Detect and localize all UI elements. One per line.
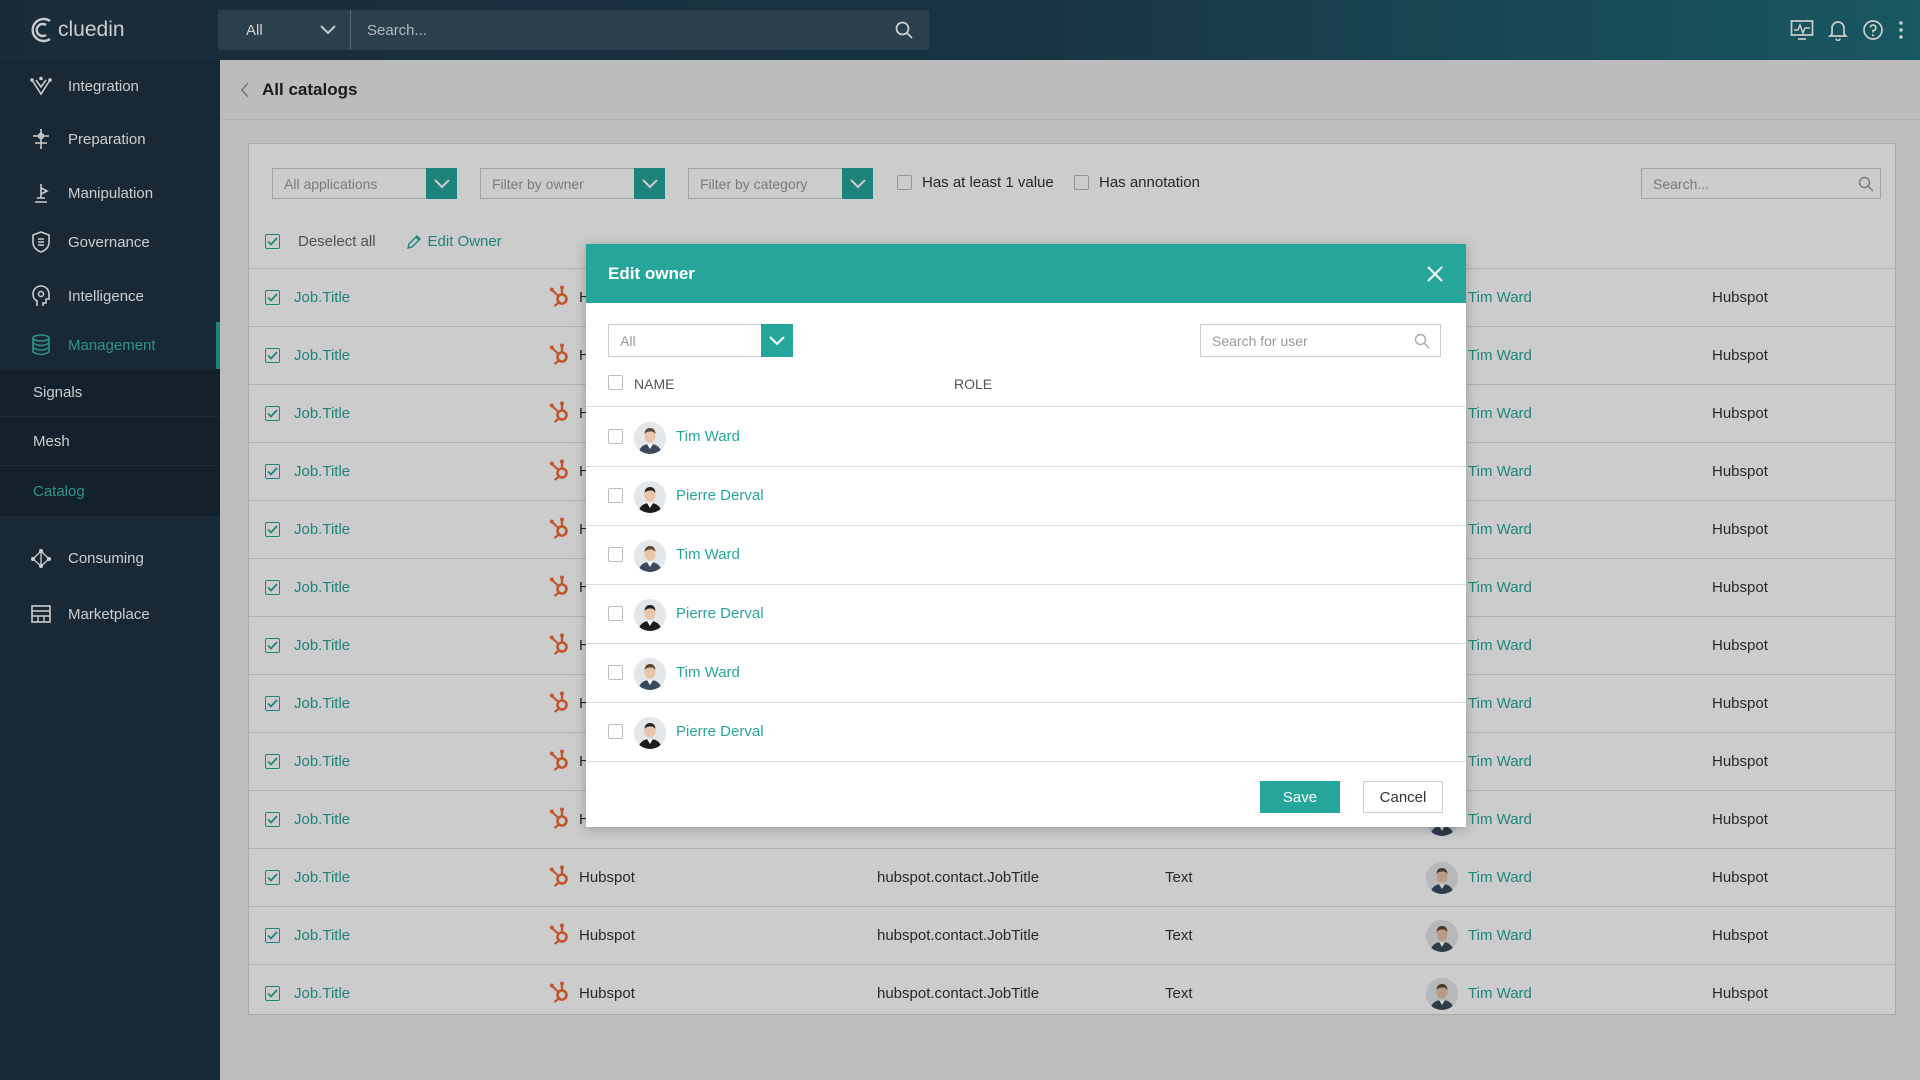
user-checkbox[interactable] xyxy=(608,724,623,739)
user-name-link[interactable]: Pierre Derval xyxy=(676,723,764,740)
user-table-header: NAME ROLE xyxy=(586,374,1466,407)
avatar xyxy=(634,658,666,690)
save-button[interactable]: Save xyxy=(1260,781,1340,813)
user-row[interactable]: Pierre Derval xyxy=(586,467,1466,526)
close-icon[interactable] xyxy=(1426,265,1444,283)
column-header-role: ROLE xyxy=(954,376,993,392)
column-header-name: NAME xyxy=(634,376,675,392)
user-name-link[interactable]: Tim Ward xyxy=(676,664,740,681)
user-row[interactable]: Tim Ward xyxy=(586,408,1466,467)
user-name-link[interactable]: Tim Ward xyxy=(676,428,740,445)
search-icon[interactable] xyxy=(1414,333,1430,349)
user-row[interactable]: Pierre Derval xyxy=(586,585,1466,644)
user-filter-value: All xyxy=(620,332,636,349)
chevron-down-icon[interactable] xyxy=(761,324,793,357)
user-row[interactable]: Pierre Derval xyxy=(586,703,1466,762)
user-list: Tim Ward Pierre Derval Tim Ward Pierre Derv… xyxy=(586,408,1466,762)
user-row[interactable]: Tim Ward xyxy=(586,644,1466,703)
edit-owner-dialog: Edit owner All Search for user NAME ROLE… xyxy=(586,244,1466,827)
avatar xyxy=(634,599,666,631)
user-checkbox[interactable] xyxy=(608,606,623,621)
dialog-header: Edit owner xyxy=(586,244,1466,303)
user-checkbox[interactable] xyxy=(608,547,623,562)
cancel-button[interactable]: Cancel xyxy=(1363,781,1443,813)
dialog-title: Edit owner xyxy=(608,263,695,283)
user-checkbox[interactable] xyxy=(608,665,623,680)
user-name-link[interactable]: Tim Ward xyxy=(676,546,740,563)
avatar xyxy=(634,717,666,749)
user-search-placeholder: Search for user xyxy=(1212,332,1308,349)
avatar xyxy=(634,481,666,513)
avatar xyxy=(634,540,666,572)
user-filter-select[interactable]: All xyxy=(608,324,793,357)
avatar xyxy=(634,422,666,454)
user-name-link[interactable]: Pierre Derval xyxy=(676,605,764,622)
user-row[interactable]: Tim Ward xyxy=(586,526,1466,585)
user-checkbox[interactable] xyxy=(608,429,623,444)
user-name-link[interactable]: Pierre Derval xyxy=(676,487,764,504)
user-search-input[interactable]: Search for user xyxy=(1200,324,1441,357)
select-all-users-checkbox[interactable] xyxy=(608,375,623,390)
user-checkbox[interactable] xyxy=(608,488,623,503)
